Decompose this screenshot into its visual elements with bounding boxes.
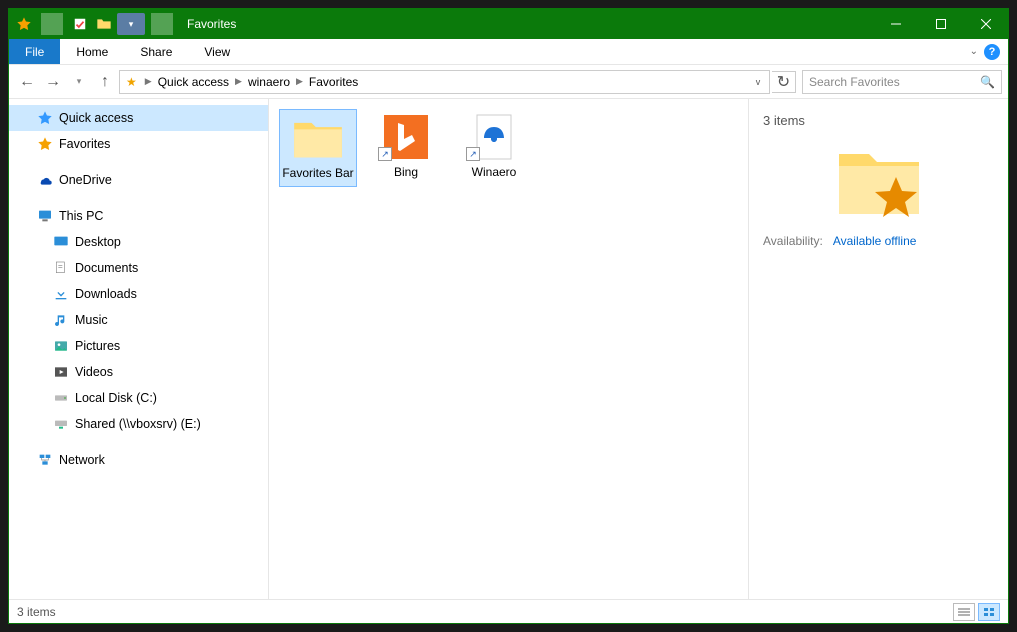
tab-share[interactable]: Share (124, 39, 188, 64)
forward-button[interactable]: → (41, 70, 65, 94)
tab-file[interactable]: File (9, 39, 60, 64)
nav-onedrive[interactable]: OneDrive (9, 167, 268, 193)
tab-view[interactable]: View (188, 39, 246, 64)
quick-access-toolbar: ▾ (9, 13, 181, 35)
star-icon[interactable] (13, 13, 35, 35)
item-label: Winaero (472, 165, 517, 179)
nav-music[interactable]: Music (9, 307, 268, 333)
favorites-folder-icon (834, 142, 924, 222)
shortcut-overlay-icon: ↗ (466, 147, 480, 161)
ribbon-tabs: File Home Share View ⌄ ? (9, 39, 1008, 65)
downloads-icon (53, 286, 69, 302)
window-title: Favorites (187, 17, 236, 31)
nav-pictures[interactable]: Pictures (9, 333, 268, 359)
nav-documents[interactable]: Documents (9, 255, 268, 281)
folder-icon[interactable] (93, 13, 115, 35)
disk-icon (53, 390, 69, 406)
recent-locations-icon[interactable]: ▾ (67, 70, 91, 94)
navigation-pane: Quick access Favorites OneDrive This PC … (9, 99, 269, 599)
tab-home[interactable]: Home (60, 39, 124, 64)
availability-label: Availability: (763, 234, 823, 248)
item-label: Favorites Bar (282, 166, 353, 180)
item-label: Bing (394, 165, 418, 179)
documents-icon (53, 260, 69, 276)
desktop-icon (53, 234, 69, 250)
search-input[interactable]: Search Favorites 🔍 (802, 70, 1002, 94)
items-view: Favorites Bar ↗ Bing ↗ Winaero (269, 99, 748, 599)
properties-icon[interactable] (69, 13, 91, 35)
chevron-right-icon[interactable]: ▶ (143, 76, 154, 87)
videos-icon (53, 364, 69, 380)
help-icon[interactable]: ? (984, 44, 1000, 60)
customize-qat-icon[interactable]: ▾ (117, 13, 145, 35)
favorites-path-icon: ★ (126, 75, 137, 89)
breadcrumb-quick-access[interactable]: Quick access (156, 75, 231, 89)
pc-icon (37, 208, 53, 224)
network-drive-icon (53, 416, 69, 432)
nav-local-disk[interactable]: Local Disk (C:) (9, 385, 268, 411)
details-pane: 3 items Availability: Available offline (748, 99, 1008, 599)
onedrive-icon (37, 172, 53, 188)
titlebar: ▾ Favorites (9, 9, 1008, 39)
maximize-button[interactable] (918, 9, 963, 39)
back-button[interactable]: ← (15, 70, 39, 94)
icons-view-button[interactable] (978, 603, 1000, 621)
item-favorites-bar[interactable]: Favorites Bar (279, 109, 357, 187)
status-bar: 3 items (9, 599, 1008, 623)
nav-quick-access[interactable]: Quick access (9, 105, 268, 131)
search-placeholder: Search Favorites (809, 75, 900, 89)
network-icon (37, 452, 53, 468)
details-item-count: 3 items (763, 113, 994, 128)
search-icon[interactable]: 🔍 (980, 75, 995, 89)
details-view-button[interactable] (953, 603, 975, 621)
up-button[interactable]: ↑ (93, 70, 117, 94)
close-button[interactable] (963, 9, 1008, 39)
chevron-right-icon[interactable]: ▶ (294, 76, 305, 87)
shortcut-overlay-icon: ↗ (378, 147, 392, 161)
pictures-icon (53, 338, 69, 354)
address-box[interactable]: ★ ▶ Quick access ▶ winaero ▶ Favorites v (119, 70, 770, 94)
item-bing[interactable]: ↗ Bing (367, 109, 445, 185)
item-winaero[interactable]: ↗ Winaero (455, 109, 533, 185)
nav-videos[interactable]: Videos (9, 359, 268, 385)
nav-this-pc[interactable]: This PC (9, 203, 268, 229)
expand-ribbon-icon[interactable]: ⌄ (970, 46, 978, 57)
nav-desktop[interactable]: Desktop (9, 229, 268, 255)
address-dropdown-icon[interactable]: v (749, 77, 767, 87)
explorer-window: ▾ Favorites File Home Share View ⌄ ? ← →… (8, 8, 1009, 624)
star-icon (37, 136, 53, 152)
breadcrumb-favorites[interactable]: Favorites (307, 75, 360, 89)
status-item-count: 3 items (17, 605, 56, 619)
nav-shared[interactable]: Shared (\\vboxsrv) (E:) (9, 411, 268, 437)
music-icon (53, 312, 69, 328)
nav-network[interactable]: Network (9, 447, 268, 473)
refresh-button[interactable]: ↻ (772, 71, 796, 93)
minimize-button[interactable] (873, 9, 918, 39)
availability-value: Available offline (833, 234, 917, 248)
address-bar: ← → ▾ ↑ ★ ▶ Quick access ▶ winaero ▶ Fav… (9, 65, 1008, 99)
breadcrumb-winaero[interactable]: winaero (246, 75, 292, 89)
chevron-right-icon[interactable]: ▶ (233, 76, 244, 87)
quick-access-icon (37, 110, 53, 126)
nav-downloads[interactable]: Downloads (9, 281, 268, 307)
nav-favorites[interactable]: Favorites (9, 131, 268, 157)
